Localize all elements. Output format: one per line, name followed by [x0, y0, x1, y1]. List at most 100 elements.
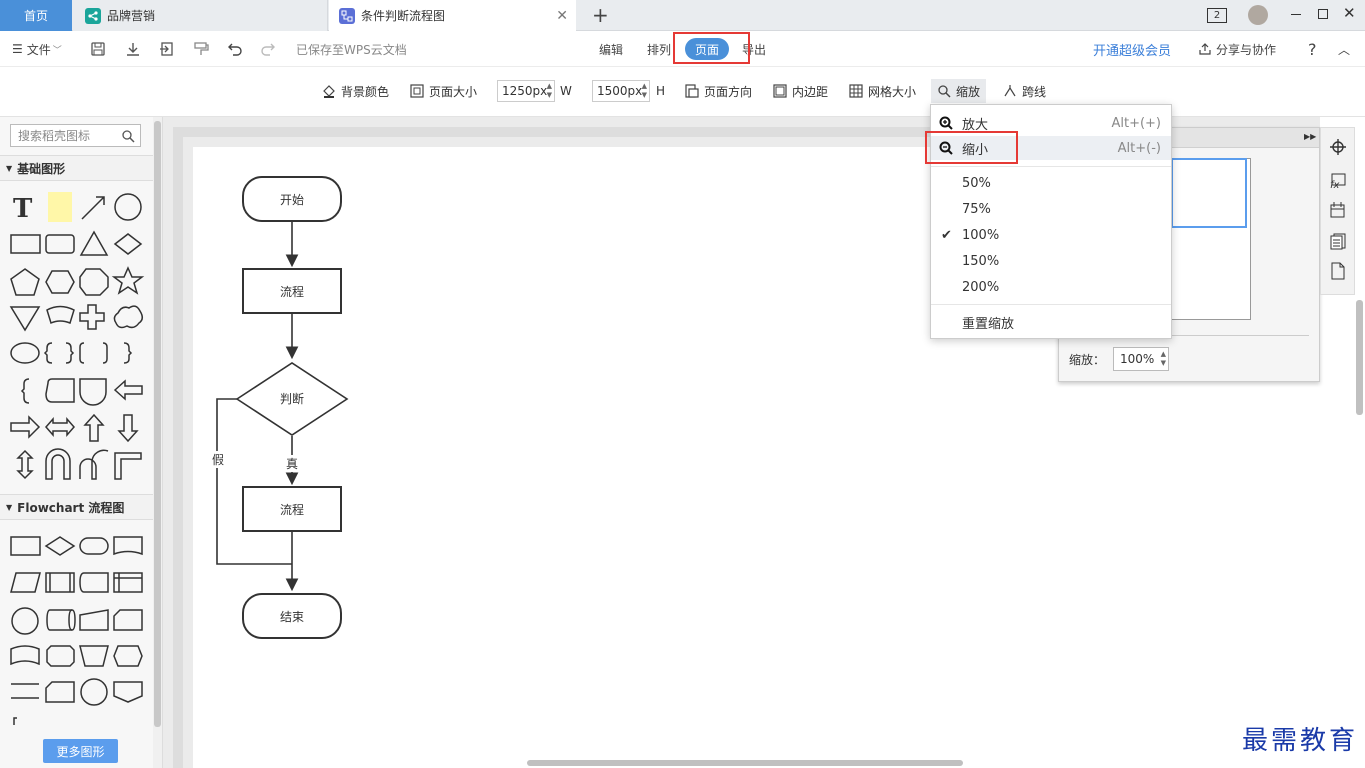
hamburger-icon: ☰ [12, 42, 23, 56]
search-placeholder: 搜索稻壳图标 [18, 129, 91, 143]
file-menu[interactable]: ☰ 文件 ﹀ [12, 31, 62, 67]
share-label: 分享与协作 [1216, 42, 1277, 57]
tab-active-label: 条件判断流程图 [361, 9, 446, 23]
collapse-ribbon-icon[interactable]: ︿ [1338, 31, 1350, 67]
decision-node-label[interactable]: 判断 [270, 390, 314, 407]
redo-icon[interactable] [260, 41, 276, 57]
undo-icon[interactable] [227, 41, 243, 57]
end-node[interactable]: 结束 [242, 593, 342, 639]
cross-line-label: 跨线 [1022, 84, 1047, 99]
watermark: 最需教育 [1242, 726, 1359, 756]
shape-search-input[interactable]: 搜索稻壳图标 [10, 124, 141, 147]
window-count-badge[interactable]: 2 [1207, 8, 1227, 23]
width-unit: W [560, 84, 572, 98]
left-scroll-thumb[interactable] [154, 121, 161, 727]
zoom-option-50[interactable]: 50% [931, 171, 1171, 195]
svg-text:T: T [13, 194, 33, 224]
zoom-option-200[interactable]: 200% [931, 275, 1171, 299]
zoom-field-value: 100% [1120, 352, 1155, 366]
height-stepper-icon[interactable]: ▲ ▼ [642, 82, 647, 100]
page-size-label: 页面大小 [429, 84, 478, 99]
zoom-field-input[interactable]: 100% ▲ ▼ [1113, 347, 1169, 371]
save-icon[interactable] [90, 41, 106, 57]
orientation-icon [685, 84, 699, 98]
section-basic-label: 基础图形 [17, 161, 66, 176]
menu-edit[interactable]: 编辑 [599, 31, 623, 67]
highlight-zoom-out [925, 131, 1018, 164]
close-tab-icon[interactable]: ✕ [556, 8, 568, 24]
grid-size-label: 网格大小 [868, 84, 917, 99]
avatar[interactable] [1248, 5, 1268, 25]
tab-brand-marketing[interactable]: 品牌营销 [73, 0, 328, 31]
flowchart-shapes-grid[interactable] [8, 530, 150, 730]
width-stepper-icon[interactable]: ▲ ▼ [547, 82, 552, 100]
new-tab-button[interactable]: + [592, 3, 609, 27]
page-size-button[interactable]: 页面大小 [410, 79, 477, 103]
zoom-stepper-icon[interactable]: ▲ ▼ [1161, 350, 1166, 368]
export-image-icon[interactable] [1329, 201, 1347, 219]
file-menu-label: 文件 [26, 42, 51, 57]
true-branch-label[interactable]: 真 [286, 455, 299, 472]
zoom-in-shortcut: Alt+(+) [1111, 115, 1161, 131]
collapse-panel-icon[interactable]: ▶▶ [1304, 132, 1316, 141]
false-branch-label[interactable]: 假 [212, 451, 225, 468]
zoom-option-75[interactable]: 75% [931, 197, 1171, 221]
margin-button[interactable]: 内边距 [773, 79, 828, 103]
share-button[interactable]: 分享与协作 [1198, 31, 1276, 67]
flowchart-doc-icon [339, 7, 355, 24]
zoom-button[interactable]: 缩放 [931, 79, 987, 103]
format-painter-icon[interactable] [193, 41, 209, 57]
shape-library-panel: 搜索稻壳图标 ▼ 基础图形 T ▼ Flowchart 流程图 更多图形 [0, 117, 163, 768]
menu-arrange[interactable]: 排列 [647, 31, 671, 67]
height-value: 1500px [597, 84, 643, 98]
more-shapes-button[interactable]: 更多图形 [43, 739, 118, 763]
zoom-field-label: 缩放： [1069, 353, 1106, 367]
zoom-in-label: 放大 [962, 117, 989, 133]
height-input[interactable]: 1500px ▲ ▼ [592, 80, 650, 102]
page-size-icon [410, 84, 424, 98]
ruler-left [173, 127, 183, 768]
right-sidebar: fx [1320, 127, 1355, 295]
formula-icon[interactable]: fx [1329, 171, 1347, 189]
reset-zoom-item[interactable]: 重置缩放 [931, 310, 1171, 334]
zoom-option-100[interactable]: ✔ 100% [931, 223, 1171, 247]
zoom-in-icon [939, 116, 953, 130]
zoom-label: 缩放 [956, 84, 981, 99]
help-button[interactable]: ? [1308, 31, 1317, 67]
share-icon [1199, 43, 1211, 55]
pages-icon[interactable] [1329, 232, 1347, 250]
close-window-icon[interactable]: ✕ [1343, 4, 1356, 22]
horizontal-scrollbar[interactable] [527, 760, 963, 766]
tab-home[interactable]: 首页 [0, 0, 72, 31]
grid-size-button[interactable]: 网格大小 [849, 79, 916, 103]
highlight-page-tab [673, 32, 750, 64]
left-panel-scrollbar[interactable] [153, 117, 162, 768]
basic-shapes-grid[interactable]: T [8, 189, 150, 484]
flowchart-connectors [216, 222, 349, 592]
start-node[interactable]: 开始 [242, 176, 342, 222]
navigator-icon[interactable] [1329, 138, 1347, 156]
orientation-button[interactable]: 页面方向 [685, 79, 752, 103]
cross-line-button[interactable]: 跨线 [1003, 79, 1046, 103]
tab-flowchart-doc[interactable]: 条件判断流程图 ✕ [329, 0, 576, 31]
document-icon[interactable] [1329, 262, 1347, 280]
process-node-2[interactable]: 流程 [242, 486, 342, 532]
section-basic-shapes[interactable]: ▼ 基础图形 [0, 155, 153, 181]
navigator-viewport[interactable] [1171, 158, 1247, 228]
bg-color-button[interactable]: 背景颜色 [322, 79, 389, 103]
minimize-icon[interactable] [1291, 14, 1301, 15]
save-status: 已保存至WPS云文档 [296, 42, 407, 57]
chevron-down-icon: ﹀ [52, 45, 62, 56]
vip-link[interactable]: 开通超级会员 [1093, 31, 1171, 67]
import-icon[interactable] [159, 41, 175, 57]
section-flowchart[interactable]: ▼ Flowchart 流程图 [0, 494, 153, 520]
download-icon[interactable] [125, 41, 141, 57]
search-icon[interactable] [121, 129, 135, 143]
restore-icon[interactable] [1318, 9, 1328, 19]
process-node-1[interactable]: 流程 [242, 268, 342, 314]
width-input[interactable]: 1250px ▲ ▼ [497, 80, 555, 102]
vertical-scrollbar[interactable] [1356, 300, 1363, 415]
zoom-option-150[interactable]: 150% [931, 249, 1171, 273]
share-nodes-icon [85, 7, 101, 24]
zoom-option-100-label: 100% [962, 227, 1000, 243]
